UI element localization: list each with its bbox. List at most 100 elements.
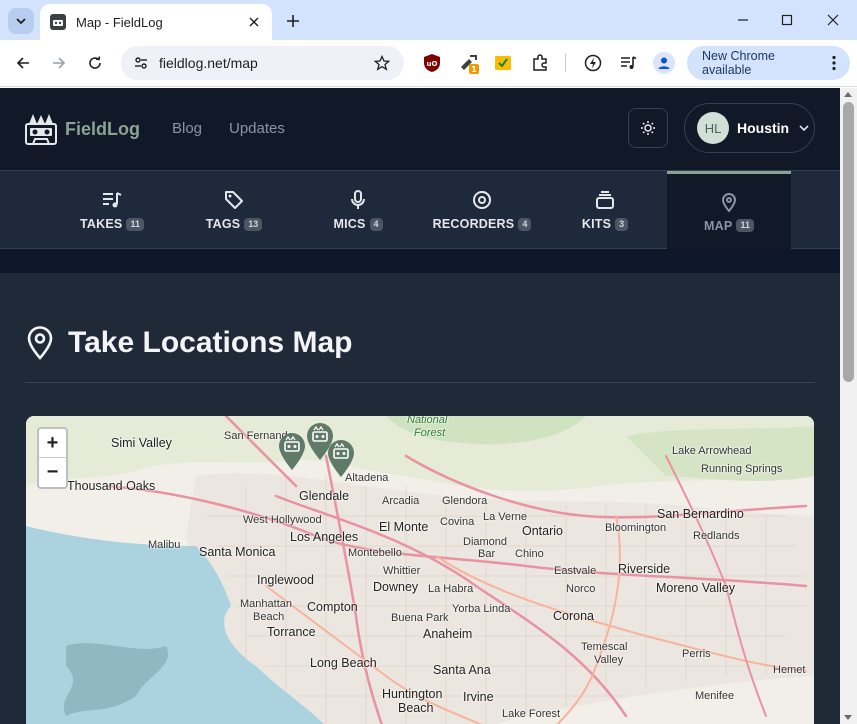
performance-icon[interactable] <box>582 52 604 74</box>
map-label: Manhattan <box>240 598 292 610</box>
tab-kits-count: 3 <box>615 217 629 231</box>
theme-toggle-button[interactable] <box>628 108 668 148</box>
scrollbar-thumb[interactable] <box>843 102 854 382</box>
tab-kits[interactable]: KITS 3 <box>550 171 660 249</box>
zoom-out-button[interactable]: − <box>39 458 66 487</box>
browser-tab-active[interactable]: Map - FieldLog <box>40 4 272 40</box>
sun-icon <box>641 121 655 135</box>
tag-icon <box>223 189 245 211</box>
map-label: Menifee <box>695 690 735 702</box>
map-label: Forest <box>414 427 446 439</box>
extensions-puzzle-icon[interactable] <box>529 52 551 74</box>
nav-link-updates[interactable]: Updates <box>229 120 285 137</box>
maximize-window-button[interactable] <box>775 8 799 32</box>
scroll-down-arrow-icon[interactable] <box>844 715 852 720</box>
tab-takes-label: TAKES <box>80 217 123 231</box>
browser-tabstrip: Map - FieldLog <box>0 0 857 40</box>
fieldlog-favicon-icon <box>50 14 66 30</box>
map-label: Norco <box>566 583 596 595</box>
close-window-button[interactable] <box>821 8 845 32</box>
map-label: Bar <box>478 548 496 560</box>
map-label: Moreno Valley <box>656 581 735 595</box>
chrome-profile-icon[interactable] <box>653 52 675 74</box>
map-label: Santa Ana <box>433 663 491 677</box>
map-label: Temescal <box>581 641 628 653</box>
map-label: La Habra <box>428 583 474 595</box>
minimize-window-button[interactable] <box>731 8 755 32</box>
arrow-left-icon <box>16 57 29 69</box>
browser-tab-title: Map - FieldLog <box>76 14 163 30</box>
tool-extension-icon[interactable]: 1 <box>458 52 480 74</box>
map-label: Huntington <box>382 687 443 701</box>
map-label: El Monte <box>379 520 429 534</box>
map-label: Torrance <box>267 625 316 639</box>
map-label: Bloomington <box>605 522 667 534</box>
tab-mics[interactable]: MICS 4 <box>303 171 413 249</box>
takes-icon <box>101 189 123 211</box>
map-label: Beach <box>253 611 285 623</box>
reload-button[interactable] <box>82 50 108 76</box>
tab-search-button[interactable] <box>8 8 34 34</box>
page-title: Take Locations Map <box>68 326 353 359</box>
user-menu-button[interactable]: HL Houstin <box>684 103 815 153</box>
chrome-update-button[interactable]: New Chrome available <box>687 46 850 80</box>
map-label: Hemet <box>773 664 806 676</box>
map-label: Buena Park <box>391 612 449 624</box>
address-bar[interactable]: fieldlog.net/map <box>121 46 404 80</box>
user-name: Houstin <box>737 120 790 136</box>
map-label: Compton <box>307 600 358 614</box>
ublock-extension-icon[interactable]: uO <box>421 52 443 74</box>
cassette-marker-icon <box>279 433 305 470</box>
close-tab-icon[interactable] <box>246 14 262 30</box>
tab-takes[interactable]: TAKES 11 <box>57 171 167 249</box>
map-label: Eastvale <box>554 565 597 577</box>
media-controls-icon[interactable] <box>618 52 640 74</box>
chevron-down-icon <box>16 18 26 25</box>
section-tabs: TAKES 11 TAGS 13 MICS 4 RECORDERS 4 KITS… <box>0 170 840 249</box>
map-label: Yorba Linda <box>452 603 511 615</box>
tab-recorders-label: RECORDERS <box>432 217 515 231</box>
map-label: Perris <box>682 648 711 660</box>
kits-icon <box>594 189 616 211</box>
forward-button[interactable] <box>46 50 72 76</box>
map-label: Riverside <box>618 562 671 576</box>
chrome-update-label: New Chrome available <box>702 49 775 77</box>
page-scrollbar[interactable] <box>840 88 857 724</box>
map-label: Montebello <box>348 547 402 559</box>
take-location-marker[interactable] <box>326 438 356 478</box>
minimize-icon <box>738 19 748 21</box>
tab-kits-label: KITS <box>581 217 612 231</box>
browser-toolbar: fieldlog.net/map uO 1 New Chrome availab… <box>0 40 857 87</box>
zoom-in-button[interactable]: + <box>39 429 66 458</box>
tab-tags-label: TAGS <box>205 217 241 231</box>
more-menu-icon[interactable] <box>826 53 842 73</box>
take-locations-map[interactable]: National Forest Simi Valley San Fernando… <box>26 416 814 724</box>
new-tab-button[interactable] <box>282 10 304 32</box>
page-title-row: Take Locations Map <box>25 326 353 360</box>
site-info-icon[interactable] <box>131 53 151 73</box>
tab-tags[interactable]: TAGS 13 <box>179 171 289 249</box>
map-label: Lake Forest <box>502 708 561 720</box>
take-location-marker[interactable] <box>277 431 307 471</box>
cassette-marker-icon <box>328 440 354 477</box>
tab-recorders[interactable]: RECORDERS 4 <box>427 171 537 249</box>
map-label: Irvine <box>463 690 494 704</box>
checklist-extension-icon[interactable] <box>492 52 514 74</box>
bookmark-star-icon[interactable] <box>372 53 392 73</box>
reload-icon <box>89 56 101 69</box>
tab-map[interactable]: MAP 11 <box>667 171 791 249</box>
map-label: Lake Arrowhead <box>672 445 752 457</box>
brand-name: FieldLog <box>65 118 140 139</box>
map-label: Inglewood <box>257 573 314 587</box>
map-label: Malibu <box>148 539 181 551</box>
scroll-up-arrow-icon[interactable] <box>844 92 852 97</box>
map-label: Santa Monica <box>199 545 276 559</box>
tab-map-label: MAP <box>704 218 733 233</box>
tab-takes-count: 11 <box>126 217 144 231</box>
plus-icon <box>287 15 299 27</box>
brand-home-link[interactable]: FieldLog <box>25 112 140 146</box>
nav-link-blog[interactable]: Blog <box>172 120 202 137</box>
back-button[interactable] <box>10 50 36 76</box>
map-label: Thousand Oaks <box>67 479 156 493</box>
tab-tags-count: 13 <box>244 217 263 231</box>
